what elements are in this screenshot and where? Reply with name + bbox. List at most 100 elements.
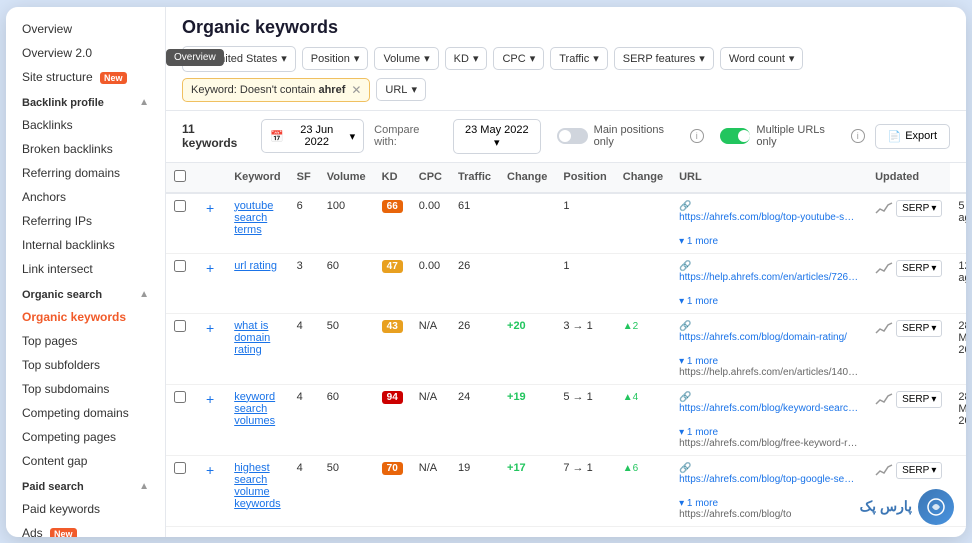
sidebar-section-organic[interactable]: Organic search ▲: [6, 281, 165, 305]
url-link[interactable]: https://ahrefs.com/blog/keyword-search-v…: [679, 403, 859, 414]
keyword-count: 11 keywords: [182, 122, 251, 150]
serp-button[interactable]: SERP ▾: [896, 200, 942, 217]
cpc-filter[interactable]: CPC ▾: [493, 47, 544, 70]
sidebar-item-site-structure[interactable]: Site structure New: [6, 65, 165, 89]
row-checkbox[interactable]: [174, 391, 186, 403]
sidebar-item-backlinks[interactable]: Backlinks: [6, 113, 165, 137]
close-filter-icon[interactable]: ✕: [351, 83, 361, 97]
row-checkbox[interactable]: [174, 320, 186, 332]
page-title: Organic keywords: [182, 17, 950, 38]
url-cell: 🔗 https://ahrefs.com/blog/domain-rating/…: [671, 313, 867, 384]
col-position-change[interactable]: Change: [615, 163, 671, 193]
url-bullet: 🔗: [679, 463, 691, 474]
sidebar-item-paid-keywords[interactable]: Paid keywords: [6, 497, 165, 521]
watermark: پارس پک: [860, 489, 954, 525]
sidebar-item-competing-pages[interactable]: Competing pages: [6, 425, 165, 449]
export-label: Export: [905, 130, 937, 142]
sidebar-item-top-pages[interactable]: Top pages: [6, 329, 165, 353]
col-updated[interactable]: Updated: [867, 163, 950, 193]
serp-button[interactable]: SERP ▾: [896, 320, 942, 337]
sidebar-item-referring-domains[interactable]: Referring domains: [6, 161, 165, 185]
mini-chart-icon[interactable]: [875, 463, 893, 477]
row-checkbox[interactable]: [174, 260, 186, 272]
mini-chart-icon[interactable]: [875, 321, 893, 335]
serp-features-filter[interactable]: SERP features ▾: [614, 47, 714, 70]
url-link[interactable]: https://ahrefs.com/blog/domain-rating/: [679, 332, 859, 343]
sidebar-item-competing-domains[interactable]: Competing domains: [6, 401, 165, 425]
serp-button[interactable]: SERP ▾: [896, 260, 942, 277]
word-count-filter[interactable]: Word count ▾: [720, 47, 804, 70]
serp-button[interactable]: SERP ▾: [896, 462, 942, 479]
keyword-link[interactable]: what is domain rating: [234, 320, 270, 356]
url-link[interactable]: https://ahrefs.com/blog/top-google-searc…: [679, 474, 859, 485]
sf-cell: 4: [289, 455, 319, 526]
sidebar-item-top-subdomains[interactable]: Top subdomains: [6, 377, 165, 401]
add-keyword-btn[interactable]: +: [202, 260, 218, 276]
mini-chart-icon[interactable]: [875, 392, 893, 406]
url-more-link[interactable]: ▾ 1 more: [679, 427, 718, 438]
sidebar-item-content-gap[interactable]: Content gap: [6, 449, 165, 473]
url-more-link[interactable]: ▾ 1 more: [679, 498, 718, 509]
keyword-link[interactable]: keyword search volumes: [234, 391, 275, 427]
kd-filter[interactable]: KD ▾: [445, 47, 488, 70]
add-keyword-btn[interactable]: +: [202, 462, 218, 478]
traffic-filter[interactable]: Traffic ▾: [550, 47, 607, 70]
url-link[interactable]: https://ahrefs.com/blog/top-youtube-sear…: [679, 212, 859, 223]
sidebar-item-referring-ips[interactable]: Referring IPs: [6, 209, 165, 233]
col-kd[interactable]: KD: [374, 163, 411, 193]
col-traffic[interactable]: Traffic: [450, 163, 499, 193]
row-checkbox[interactable]: [174, 462, 186, 474]
add-keyword-btn[interactable]: +: [202, 200, 218, 216]
position-filter[interactable]: Position ▾: [302, 47, 369, 70]
select-all-checkbox[interactable]: [174, 170, 186, 182]
url-more-link[interactable]: ▾ 1 more: [679, 356, 718, 367]
mini-chart-icon[interactable]: [875, 261, 893, 275]
info-icon-multi-url[interactable]: i: [851, 129, 865, 143]
sidebar-item-broken-backlinks[interactable]: Broken backlinks: [6, 137, 165, 161]
row-checkbox[interactable]: [174, 200, 186, 212]
keyword-filter-tag: Keyword: Doesn't contain ahref ✕: [182, 78, 370, 102]
multiple-urls-toggle[interactable]: [720, 128, 751, 144]
volume-filter[interactable]: Volume ▾: [374, 47, 438, 70]
url-secondary-link[interactable]: https://ahrefs.com/blog/to: [679, 509, 859, 520]
url-more-link[interactable]: ▾ 1 more: [679, 236, 718, 247]
url-more-link[interactable]: ▾ 1 more: [679, 296, 718, 307]
volume-label: Volume: [383, 53, 420, 65]
date-picker[interactable]: 📅 23 Jun 2022 ▾: [261, 119, 364, 153]
add-keyword-btn[interactable]: +: [202, 320, 218, 336]
updated-cell: 28 May 2022: [950, 384, 966, 455]
url-link[interactable]: https://help.ahrefs.com/en/articles/7265…: [679, 272, 859, 283]
col-sf[interactable]: SF: [289, 163, 319, 193]
col-url[interactable]: URL: [671, 163, 867, 193]
keyword-link[interactable]: youtube search terms: [234, 200, 273, 236]
sidebar-item-overview[interactable]: Overview: [6, 17, 165, 41]
compare-date-label: 23 May 2022: [465, 124, 529, 136]
col-position[interactable]: Position: [555, 163, 614, 193]
info-icon-main-pos[interactable]: i: [690, 129, 704, 143]
col-change[interactable]: Change: [499, 163, 555, 193]
col-keyword[interactable]: Keyword: [226, 163, 288, 193]
compare-date-picker[interactable]: 23 May 2022 ▾: [453, 119, 541, 154]
main-positions-toggle[interactable]: [557, 128, 588, 144]
sidebar-item-internal-backlinks[interactable]: Internal backlinks: [6, 233, 165, 257]
col-volume[interactable]: Volume: [319, 163, 374, 193]
export-button[interactable]: 📄 Export: [875, 124, 951, 149]
url-filter[interactable]: URL ▾: [376, 78, 426, 101]
add-keyword-btn[interactable]: +: [202, 391, 218, 407]
keyword-link[interactable]: url rating: [234, 260, 277, 272]
sidebar-item-anchors[interactable]: Anchors: [6, 185, 165, 209]
sidebar-item-top-subfolders[interactable]: Top subfolders: [6, 353, 165, 377]
sidebar-item-link-intersect[interactable]: Link intersect: [6, 257, 165, 281]
mini-chart-icon[interactable]: [875, 201, 893, 215]
serp-button[interactable]: SERP ▾: [896, 391, 942, 408]
keyword-link[interactable]: highest search volume keywords: [234, 462, 280, 510]
cpc-cell: N/A: [411, 455, 450, 526]
col-cpc[interactable]: CPC: [411, 163, 450, 193]
sidebar-section-backlink[interactable]: Backlink profile ▲: [6, 89, 165, 113]
sidebar-section-paid[interactable]: Paid search ▲: [6, 473, 165, 497]
url-secondary-link[interactable]: https://help.ahrefs.com/en/articles/1409…: [679, 367, 859, 378]
sidebar-item-ads[interactable]: Ads New: [6, 521, 165, 537]
sidebar-item-overview2[interactable]: Overview 2.0: [6, 41, 165, 65]
sidebar-item-organic-keywords[interactable]: Organic keywords: [6, 305, 165, 329]
url-secondary-link[interactable]: https://ahrefs.com/blog/free-keyword-res…: [679, 438, 859, 449]
